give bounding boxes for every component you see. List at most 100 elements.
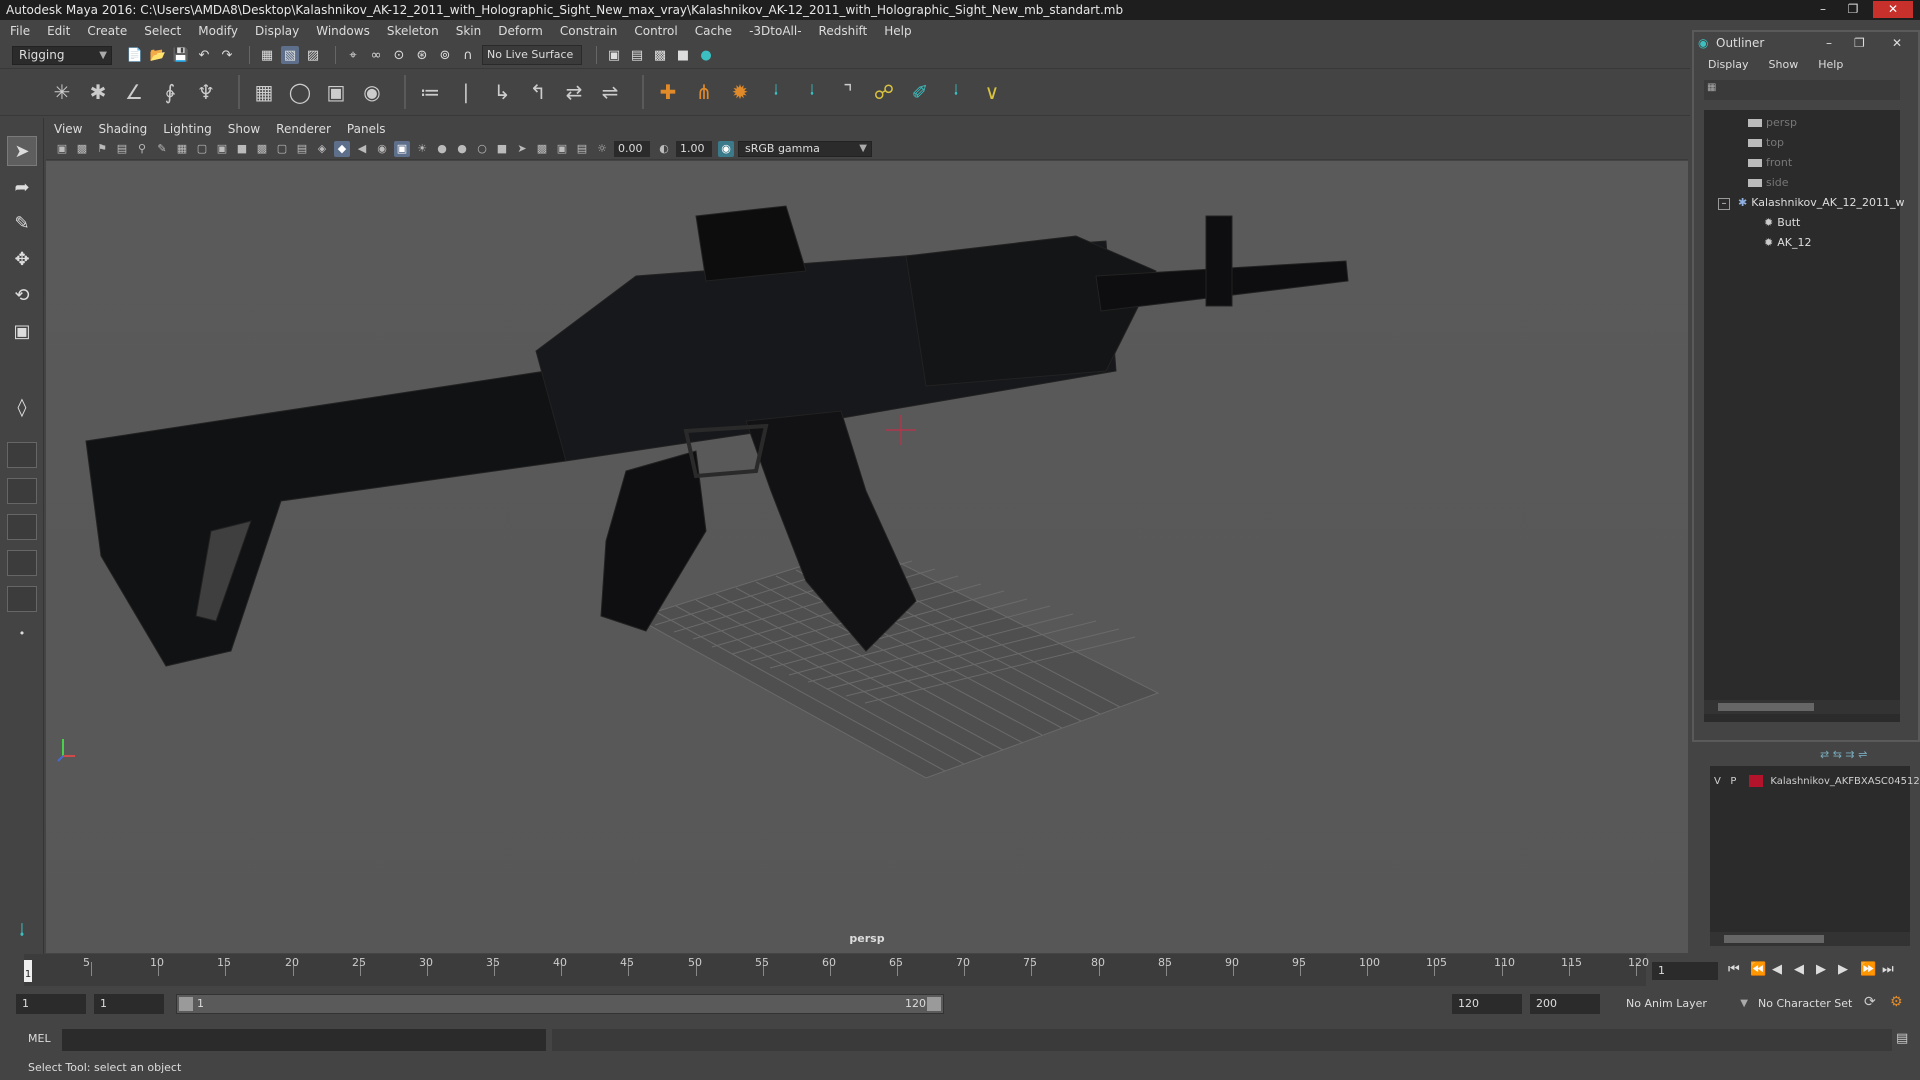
- menu-display[interactable]: Display: [255, 24, 299, 38]
- scale-tool-icon[interactable]: ▣: [7, 316, 37, 346]
- menu-control[interactable]: Control: [634, 24, 677, 38]
- persp-outliner-layout-icon[interactable]: [7, 550, 37, 576]
- play-backwards-icon[interactable]: ◀: [1794, 962, 1804, 977]
- panel-menu-shading[interactable]: Shading: [98, 122, 147, 136]
- menu-help[interactable]: Help: [884, 24, 911, 38]
- orient-constraint-icon[interactable]: ✹: [726, 78, 754, 106]
- xray-joints-icon[interactable]: ▤: [574, 141, 590, 157]
- select-camera-icon[interactable]: ▣: [54, 141, 70, 157]
- smooth-shade-icon[interactable]: ◆: [334, 140, 350, 157]
- range-start-handle[interactable]: [179, 997, 193, 1011]
- gamma-field[interactable]: 1.00: [676, 140, 712, 157]
- panel-menu-renderer[interactable]: Renderer: [276, 122, 331, 136]
- isolate-select-icon[interactable]: ➤: [514, 141, 530, 157]
- open-scene-icon[interactable]: 📂: [149, 46, 167, 64]
- ik-spline-icon[interactable]: ∳: [156, 78, 184, 106]
- panel-menu-view[interactable]: View: [54, 122, 82, 136]
- menu-constrain[interactable]: Constrain: [560, 24, 618, 38]
- save-scene-icon[interactable]: 💾: [172, 46, 190, 64]
- outliner-item-ak12[interactable]: ✹ AK_12: [1764, 234, 1811, 252]
- locator-icon[interactable]: ✚: [654, 78, 682, 106]
- bookmark-icon[interactable]: ⚑: [94, 141, 110, 157]
- resolution-gate-icon[interactable]: ▣: [214, 141, 230, 157]
- current-frame-marker[interactable]: 1: [24, 960, 32, 982]
- snap-curve-icon[interactable]: ∞: [367, 46, 385, 64]
- mirror-weights-icon[interactable]: ⇄: [560, 78, 588, 106]
- quick-rig-icon[interactable]: ∨: [978, 78, 1006, 106]
- grease-pencil-icon[interactable]: ✎: [154, 141, 170, 157]
- maximize-button[interactable]: ❐: [1854, 32, 1865, 54]
- menu-3dtoall[interactable]: -3DtoAll-: [749, 24, 801, 38]
- menu-edit[interactable]: Edit: [47, 24, 70, 38]
- grid-icon[interactable]: ▦: [174, 141, 190, 157]
- xray-active-components-icon[interactable]: ▣: [554, 141, 570, 157]
- snap-surface-icon[interactable]: ⊚: [436, 46, 454, 64]
- color-management-icon[interactable]: ◉: [718, 140, 734, 157]
- go-to-end-icon[interactable]: ⏭: [1882, 962, 1894, 977]
- time-slider-track[interactable]: 5 10 15 20 25 30 35 40 45 50 55 60 65 70 75 80 85 90 95 100…: [24, 954, 1649, 986]
- range-end-handle[interactable]: [927, 997, 941, 1011]
- layer-row[interactable]: V P Kalashnikov_AKFBXASC04512: [1714, 774, 1920, 790]
- step-back-frame-icon[interactable]: ⏪: [1750, 962, 1766, 977]
- menu-skin[interactable]: Skin: [456, 24, 482, 38]
- layer-tools-icon[interactable]: ⇄ ⇆ ⇉ ⇌: [1820, 748, 1867, 761]
- 2d-pan-zoom-icon[interactable]: ⚲: [134, 141, 150, 157]
- sculpt-deformer-icon[interactable]: ◉: [358, 78, 386, 106]
- single-perspective-layout-icon[interactable]: ◊: [7, 392, 37, 422]
- new-scene-icon[interactable]: 📄: [126, 46, 144, 64]
- playback-end-field[interactable]: 120: [1452, 994, 1522, 1014]
- interactive-bind-icon[interactable]: ∣: [452, 78, 480, 106]
- step-forward-frame-icon[interactable]: ⏩: [1860, 962, 1876, 977]
- motion-blur-icon[interactable]: ●: [454, 141, 470, 157]
- current-frame-field[interactable]: 1: [1652, 962, 1718, 980]
- maximize-button[interactable]: ❐: [1840, 1, 1866, 18]
- scrollbar-thumb[interactable]: [1718, 703, 1814, 711]
- aim-constraint-icon[interactable]: ᛍ: [762, 78, 790, 106]
- playback-start-field[interactable]: 1: [94, 994, 164, 1014]
- ik-handle-icon[interactable]: ∠: [120, 78, 148, 106]
- ipr-render-icon[interactable]: ▩: [651, 46, 669, 64]
- snap-view-icon[interactable]: ⊛: [413, 46, 431, 64]
- outliner-menu-display[interactable]: Display: [1708, 58, 1749, 71]
- outliner-item-front[interactable]: front: [1748, 154, 1792, 172]
- scrollbar-thumb[interactable]: [1724, 935, 1824, 943]
- menu-redshift[interactable]: Redshift: [819, 24, 868, 38]
- humanik-icon[interactable]: ♆: [192, 78, 220, 106]
- textured-icon[interactable]: ◉: [374, 141, 390, 157]
- snap-grid-icon[interactable]: ⌖: [344, 46, 362, 64]
- outliner-item-butt[interactable]: ✹ Butt: [1764, 214, 1800, 232]
- outliner-item-kalashnikov-group[interactable]: – ✱ Kalashnikov_AK_12_2011_w: [1718, 194, 1904, 212]
- wrap-icon[interactable]: ▣: [322, 78, 350, 106]
- outliner-search-field[interactable]: ▦: [1704, 80, 1900, 100]
- menu-select[interactable]: Select: [144, 24, 181, 38]
- gate-mask-icon[interactable]: ■: [234, 141, 250, 157]
- layer-color-swatch[interactable]: [1749, 775, 1764, 787]
- auto-key-icon[interactable]: ⟳: [1864, 994, 1876, 1010]
- point-constraint-icon[interactable]: ⋔: [690, 78, 718, 106]
- redo-icon[interactable]: ↷: [218, 46, 236, 64]
- horizontal-scrollbar[interactable]: [1704, 700, 1900, 714]
- snap-point-icon[interactable]: ⊙: [390, 46, 408, 64]
- cluster-icon[interactable]: ◯: [286, 78, 314, 106]
- menu-modify[interactable]: Modify: [198, 24, 238, 38]
- joint-tool-icon[interactable]: ✳: [48, 78, 76, 106]
- more-layouts-icon[interactable]: •: [7, 618, 37, 648]
- script-editor-icon[interactable]: ▤: [1896, 1031, 1908, 1046]
- four-view-layout-icon[interactable]: [7, 442, 37, 468]
- undo-icon[interactable]: ↶: [195, 46, 213, 64]
- depth-of-field-icon[interactable]: ■: [494, 141, 510, 157]
- outliner-menu-show[interactable]: Show: [1769, 58, 1799, 71]
- side-by-side-layout-icon[interactable]: [7, 478, 37, 504]
- menu-windows[interactable]: Windows: [316, 24, 370, 38]
- menu-cache[interactable]: Cache: [695, 24, 732, 38]
- anim-layer-dropdown[interactable]: No Anim Layer ▼: [1620, 994, 1748, 1014]
- set-driven-key-icon[interactable]: ☍: [870, 78, 898, 106]
- shadows-icon[interactable]: ☀: [414, 141, 430, 157]
- character-set-dropdown[interactable]: No Character Set: [1752, 994, 1860, 1014]
- panel-menu-lighting[interactable]: Lighting: [163, 122, 212, 136]
- paint-weights-icon[interactable]: ↰: [524, 78, 552, 106]
- step-back-key-icon[interactable]: ◀: [1772, 962, 1782, 977]
- image-plane-icon[interactable]: ▤: [114, 141, 130, 157]
- view-transform-dropdown[interactable]: sRGB gamma ▼: [738, 140, 872, 157]
- anti-aliasing-icon[interactable]: ○: [474, 141, 490, 157]
